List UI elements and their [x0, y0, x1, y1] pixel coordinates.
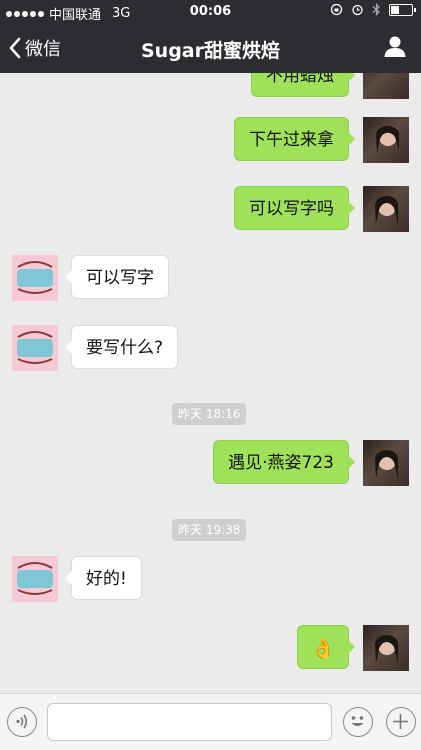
my-avatar[interactable]	[363, 73, 409, 99]
more-options-button[interactable]	[386, 707, 416, 737]
message-input[interactable]	[47, 703, 332, 741]
message-list[interactable]: 不用蜡烛 下午过来拿 可以写字吗 可以写字 要写什么? 昨天 18:16 遇见·…	[0, 73, 421, 693]
status-bar: 中国联通 3G 00:06	[0, 0, 421, 23]
my-message-bubble[interactable]: 不用蜡烛	[251, 73, 355, 97]
bluetooth-icon	[372, 3, 380, 16]
contact-avatar[interactable]	[12, 255, 58, 301]
ok-hand-emoji: 👌	[310, 636, 336, 660]
my-avatar[interactable]	[363, 117, 409, 163]
my-avatar[interactable]	[363, 625, 409, 671]
contact-avatar[interactable]	[12, 325, 58, 371]
voice-input-button[interactable]	[7, 707, 37, 737]
chat-header: 微信 Sugar甜蜜烘焙	[0, 23, 421, 73]
my-message-bubble[interactable]: 可以写字吗	[234, 186, 355, 230]
my-message-bubble[interactable]: 遇见·燕姿723	[213, 440, 355, 484]
alarm-icon	[352, 4, 363, 16]
message-timestamp: 昨天 19:38	[172, 519, 247, 541]
smiley-icon	[351, 716, 364, 726]
battery-icon	[389, 3, 416, 16]
contact-info-button[interactable]	[383, 34, 407, 62]
voice-icon	[16, 714, 28, 729]
my-avatar[interactable]	[363, 440, 409, 486]
chat-title: Sugar甜蜜烘焙	[140, 40, 280, 62]
rotation-lock-icon	[330, 3, 343, 16]
my-avatar[interactable]	[363, 186, 409, 232]
plus-icon	[393, 714, 408, 729]
contact-avatar[interactable]	[12, 556, 58, 602]
contact-message-bubble[interactable]: 好的!	[65, 556, 142, 600]
my-message-bubble[interactable]: 下午过来拿	[234, 117, 355, 161]
my-message-bubble[interactable]: 👌	[297, 625, 355, 669]
contact-message-bubble[interactable]: 可以写字	[65, 255, 169, 299]
contact-message-bubble[interactable]: 要写什么?	[64, 325, 179, 369]
person-icon	[384, 36, 406, 57]
message-input-bar	[0, 693, 421, 750]
message-timestamp: 昨天 18:16	[172, 403, 247, 425]
emoji-button[interactable]	[343, 707, 373, 737]
